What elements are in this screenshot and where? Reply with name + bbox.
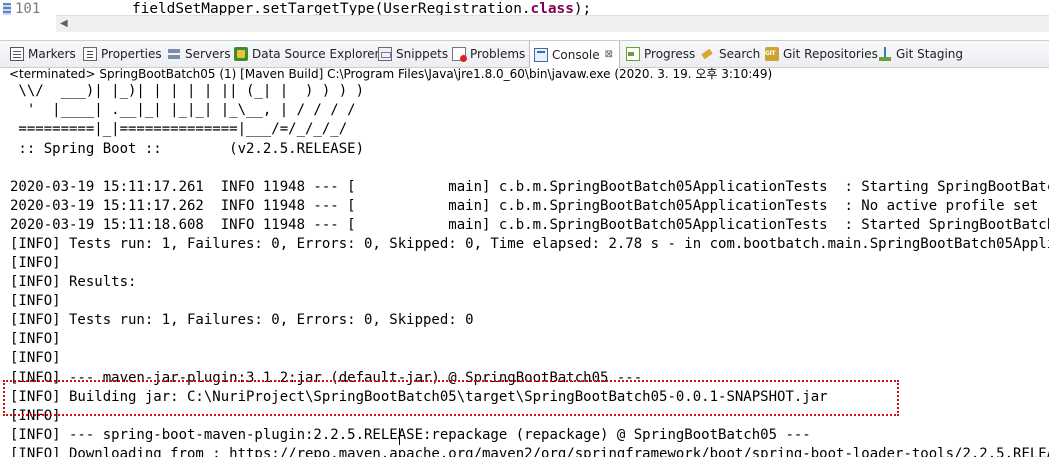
tab-label: Progress xyxy=(644,47,696,61)
progress-icon xyxy=(626,47,640,61)
editor-area[interactable]: 101 fieldSetMapper.setTargetType(UserReg… xyxy=(0,0,1049,34)
console-line: 2020-03-19 15:11:18.608 INFO 11948 --- [… xyxy=(10,217,1049,233)
console-line: ' |____| .__|_| |_|_| |_\__, | / / / / xyxy=(10,102,356,118)
properties-icon xyxy=(83,47,97,61)
tab-label: Properties xyxy=(101,47,162,61)
problems-icon xyxy=(452,47,467,62)
tab-git-repositories[interactable]: Git Repositories xyxy=(765,41,878,67)
search-icon xyxy=(701,47,715,61)
markers-icon xyxy=(10,47,24,61)
console-line: 2020-03-19 15:11:17.261 INFO 11948 --- [… xyxy=(10,179,1049,195)
tab-label: Data Source Explorer xyxy=(252,47,380,61)
line-number: 101 xyxy=(15,1,41,17)
tab-label: Snippets xyxy=(396,47,449,61)
console-icon xyxy=(534,47,548,62)
console-line: [INFO] xyxy=(10,293,61,309)
data-source-icon xyxy=(234,47,248,61)
tab-label: Console xyxy=(552,47,600,62)
tab-servers[interactable]: Servers xyxy=(167,41,231,67)
tab-label: Servers xyxy=(185,47,231,61)
console-line: [INFO] xyxy=(10,331,61,347)
console-line: [INFO] xyxy=(10,255,61,271)
views-tab-bar: Markers Properties Servers Data Source E… xyxy=(0,40,1049,68)
console-line: 2020-03-19 15:11:17.262 INFO 11948 --- [… xyxy=(10,198,1039,214)
console-line: [INFO] Downloading from : https://repo.m… xyxy=(10,446,1049,457)
console-line: =========|_|==============|___/=/_/_/_/ xyxy=(10,121,348,137)
console-line: [INFO] xyxy=(10,350,61,366)
tab-properties[interactable]: Properties xyxy=(83,41,162,67)
tab-label: Problems xyxy=(470,47,526,61)
console-line: [INFO] Tests run: 1, Failures: 0, Errors… xyxy=(10,312,474,328)
console-line: :: Spring Boot :: (v2.2.5.RELEASE) xyxy=(10,141,365,157)
tab-markers[interactable]: Markers xyxy=(10,41,76,67)
process-header: <terminated> SpringBootBatch05 (1) [Mave… xyxy=(9,67,773,81)
servers-icon xyxy=(167,47,181,61)
tab-label: Git Staging xyxy=(896,47,964,61)
tab-label: Markers xyxy=(28,47,76,61)
tab-data-source-explorer[interactable]: Data Source Explorer xyxy=(234,41,379,67)
tab-console[interactable]: Console ⊠ xyxy=(529,41,621,68)
console-line: [INFO] --- maven-jar-plugin:3.1.2:jar (d… xyxy=(10,370,643,386)
editor-gutter: 101 xyxy=(0,0,56,34)
snippets-icon xyxy=(378,47,392,61)
tab-label: Git Repositories xyxy=(783,47,878,61)
console-line: [INFO] Building jar: C:\NuriProject\Spri… xyxy=(10,389,828,405)
console-line: [INFO] Tests run: 1, Failures: 0, Errors… xyxy=(10,236,1049,252)
tab-git-staging[interactable]: Git Staging xyxy=(878,41,963,67)
console-line: [INFO] xyxy=(10,408,61,424)
tab-label: Search xyxy=(719,47,761,61)
tab-search[interactable]: Search xyxy=(701,41,760,67)
tab-progress[interactable]: Progress xyxy=(626,41,695,67)
git-staging-icon xyxy=(878,47,892,61)
console-line: \\/ ___)| |_)| | | | | || (_| | ) ) ) ) xyxy=(10,83,365,99)
scroll-left-icon[interactable]: ◀ xyxy=(60,16,68,32)
horizontal-scrollbar[interactable]: ◀ xyxy=(56,15,1049,32)
overview-marker-icon xyxy=(3,3,11,15)
text-cursor xyxy=(399,428,400,445)
console-line: [INFO] --- spring-boot-maven-plugin:2.2.… xyxy=(10,427,811,443)
tab-problems[interactable]: Problems xyxy=(452,41,525,67)
console-output[interactable]: \\/ ___)| |_)| | | | | || (_| | ) ) ) ) … xyxy=(0,82,1049,457)
git-repositories-icon xyxy=(765,47,779,61)
close-icon[interactable]: ⊠ xyxy=(605,49,613,60)
console-line: [INFO] Results: xyxy=(10,274,137,290)
tab-snippets[interactable]: Snippets xyxy=(378,41,448,67)
